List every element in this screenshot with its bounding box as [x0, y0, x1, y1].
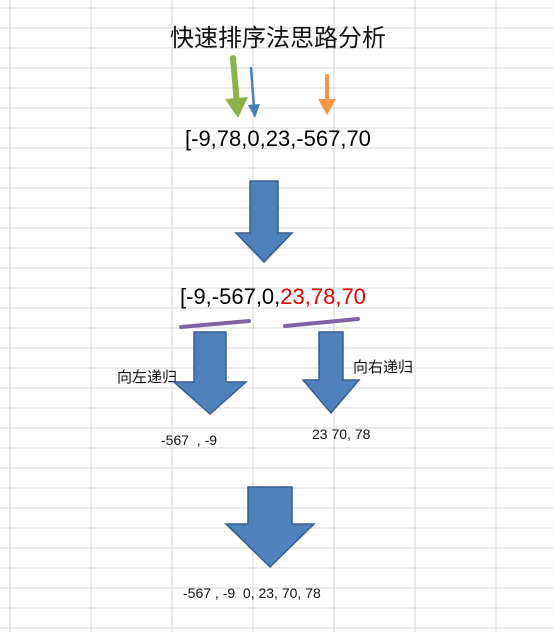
blue-pointer-arrow	[248, 66, 260, 118]
orange-pointer-arrow	[318, 74, 336, 115]
diagram-shapes	[172, 55, 361, 569]
down-arrow-final	[224, 486, 316, 569]
right-partition-underline	[283, 317, 360, 328]
down-arrow-left	[172, 331, 248, 416]
down-arrow-1	[234, 180, 294, 264]
left-partition-underline	[179, 319, 251, 329]
green-pointer-arrow	[225, 55, 248, 118]
down-arrow-right	[301, 331, 361, 415]
